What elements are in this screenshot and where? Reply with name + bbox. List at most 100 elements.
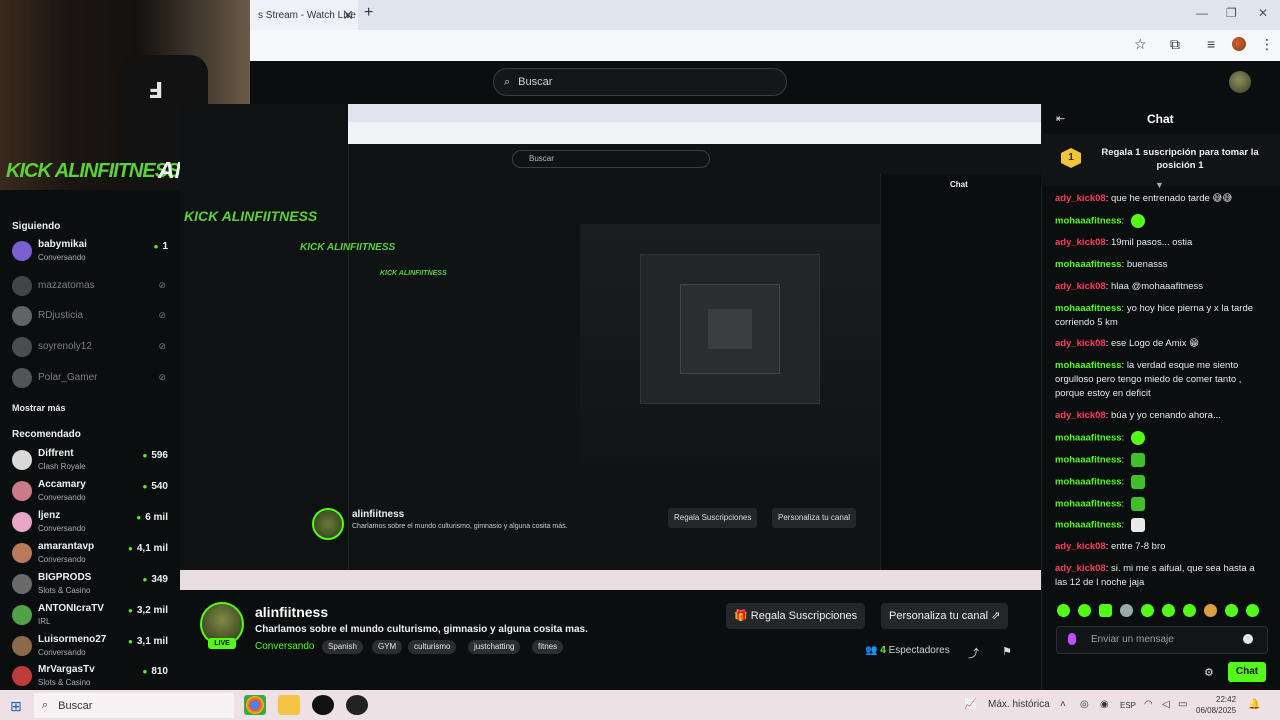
pinned-text: Regala 1 suscripción para tomar la posic…	[1101, 147, 1259, 171]
bookmark-star-icon[interactable]: ☆	[1134, 36, 1147, 53]
channel-category: Conversando	[38, 253, 86, 262]
chat-message[interactable]: ady_kick08: si. mi me s aifual, que sea …	[1055, 562, 1267, 590]
chat-send-button[interactable]: Chat	[1228, 662, 1266, 682]
wifi-icon[interactable]: ◠	[1144, 699, 1153, 710]
tiktok-app-icon[interactable]	[312, 695, 334, 715]
tray-app-icon[interactable]: ◎	[1080, 699, 1089, 710]
close-tab-icon[interactable]: ✕	[342, 7, 354, 24]
emote-icon[interactable]	[1225, 604, 1238, 617]
chrome-app-icon[interactable]	[244, 695, 266, 715]
extensions-icon[interactable]: ⧉	[1170, 36, 1180, 53]
chat-message[interactable]: mohaaafitness: la verdad esque me siento…	[1055, 359, 1267, 401]
chat-message[interactable]: mohaaafitness:	[1055, 453, 1267, 468]
tag-spanish[interactable]: Spanish	[322, 640, 363, 654]
chat-settings-gear-icon[interactable]: ⚙	[1204, 666, 1214, 679]
file-explorer-icon[interactable]	[278, 695, 300, 715]
volume-icon[interactable]: ◁	[1162, 699, 1170, 710]
obs-app-icon[interactable]	[346, 695, 368, 715]
sidebar-item-antonicratv[interactable]: ANTONIcraTV IRL 3,2 mil	[12, 601, 172, 629]
media-controls-icon[interactable]: ≡	[1207, 36, 1215, 52]
sidebar-item-mrvargastv[interactable]: MrVargasTv Slots & Casino 810	[12, 662, 172, 690]
emote-icon[interactable]	[1141, 604, 1154, 617]
profile-avatar-icon[interactable]	[1232, 37, 1246, 51]
channel-category: IRL	[38, 617, 51, 626]
viewer-count: 1	[154, 241, 168, 252]
tag-gym[interactable]: GYM	[372, 640, 403, 654]
customize-channel-button[interactable]: Personaliza tu canal ⇗	[881, 603, 1009, 629]
chat-message[interactable]: mohaaafitness:	[1055, 214, 1267, 229]
chat-username: ady_kick08	[1055, 338, 1106, 349]
show-more-link[interactable]: Mostrar más	[12, 403, 66, 413]
stocks-icon[interactable]: 📈	[964, 699, 976, 710]
sidebar-item-bigprods[interactable]: BIGPRODS Slots & Casino 349	[12, 570, 172, 598]
chat-username: mohaaafitness	[1055, 360, 1122, 371]
collapse-chat-icon[interactable]: ⇤	[1056, 112, 1065, 125]
viewer-count: 4,1 mil	[128, 543, 168, 554]
chat-message[interactable]: ady_kick08: hlaa @mohaaafitness	[1055, 280, 1267, 294]
browser-tab[interactable]: s Stream - Watch Live ✕	[250, 0, 358, 30]
channel-name: babymikai	[38, 239, 87, 250]
close-window-button[interactable]: ✕	[1258, 6, 1268, 20]
chat-message[interactable]: ady_kick08: que he entrenado tarde 😅😅	[1055, 192, 1267, 206]
chat-message[interactable]: mohaaafitness: buenasss	[1055, 258, 1267, 272]
sidebar-item-accamary[interactable]: Accamary Conversando 540	[12, 477, 172, 505]
stream-category-link[interactable]: Conversando	[255, 641, 314, 652]
emote-icon[interactable]	[1057, 604, 1070, 617]
chat-message[interactable]: mohaaafitness:	[1055, 518, 1267, 533]
stocks-widget-text[interactable]: Máx. histórica	[988, 699, 1050, 710]
sidebar-item-luisormeno27[interactable]: Luisormeno27 Conversando 3,1 mil	[12, 632, 172, 660]
report-flag-icon[interactable]: ⚑	[1002, 645, 1012, 658]
emote-icon[interactable]	[1204, 604, 1217, 617]
emote-icon[interactable]	[1099, 604, 1112, 617]
chat-message[interactable]: mohaaafitness: yo hoy hice pierna y x la…	[1055, 302, 1267, 330]
emote-icon[interactable]	[1246, 604, 1259, 617]
search-input[interactable]: ⌕ Buscar	[493, 68, 787, 96]
stream-video-player[interactable]: Buscar Chat KICK ALINFIITNESS KICK ALINF…	[180, 104, 1041, 590]
chat-message[interactable]: ady_kick08: ese Logo de Amix 😁	[1055, 337, 1267, 351]
chat-message[interactable]: ady_kick08: búa y yo cenando ahora...	[1055, 409, 1267, 423]
new-tab-button[interactable]: +	[364, 4, 373, 22]
emote-icon[interactable]	[1183, 604, 1196, 617]
maximize-button[interactable]: ❐	[1226, 6, 1237, 20]
microphone-icon[interactable]	[1068, 633, 1076, 645]
chat-message-input[interactable]: Enviar un mensaje	[1056, 626, 1268, 654]
chat-message[interactable]: mohaaafitness:	[1055, 431, 1267, 446]
tag-fitnes[interactable]: fitnes	[532, 640, 564, 654]
tray-app-icon[interactable]: ◉	[1100, 699, 1109, 710]
sidebar-item-diffrent[interactable]: Diffrent Clash Royale 596	[12, 446, 172, 474]
system-clock[interactable]: 22:42 06/08/2025	[1196, 694, 1236, 716]
browser-menu-icon[interactable]: ⋮	[1260, 36, 1274, 53]
chat-message[interactable]: ady_kick08: entre 7-8 bro	[1055, 540, 1267, 554]
chat-message[interactable]: ady_kick08: 19mil pasos... ostia	[1055, 236, 1267, 250]
user-avatar[interactable]	[1229, 71, 1251, 93]
emote-icon	[1130, 431, 1145, 445]
minimize-button[interactable]: —	[1196, 6, 1208, 20]
sidebar-item-ljenz[interactable]: ljenz Conversando 6 mil	[12, 508, 172, 536]
emote-icon[interactable]	[1120, 604, 1133, 617]
sidebar-item-soyrenoly12[interactable]: soyrenoly12 ⊘	[12, 333, 172, 361]
tag-justchatting[interactable]: justchatting	[468, 640, 521, 654]
tag-culturismo[interactable]: culturismo	[408, 640, 457, 654]
sidebar-item-amarantavp[interactable]: amarantavp Conversando 4,1 mil	[12, 539, 172, 567]
chat-message[interactable]: mohaaafitness:	[1055, 475, 1267, 490]
taskbar-search[interactable]: ⌕ Buscar	[34, 693, 234, 718]
chat-message[interactable]: mohaaafitness:	[1055, 497, 1267, 512]
quick-emote-bar	[1057, 604, 1267, 618]
notification-icon[interactable]: 🔔	[1248, 699, 1260, 710]
emote-icon[interactable]	[1078, 604, 1091, 617]
sidebar-item-mazzatomas[interactable]: mazzatomas ⊘	[12, 272, 172, 300]
share-icon[interactable]: ⤴	[968, 645, 979, 661]
emote-icon[interactable]	[1162, 604, 1175, 617]
gift-subscriptions-button[interactable]: 🎁 Regala Suscripciones	[726, 603, 866, 629]
emote-icon	[1130, 214, 1145, 228]
sidebar-item-polar-gamer[interactable]: Polar_Gamer ⊘	[12, 364, 172, 392]
sidebar-item-babymikai[interactable]: babymikai Conversando 1	[12, 237, 172, 265]
battery-icon[interactable]: ▭	[1178, 699, 1187, 710]
chevron-down-icon[interactable]: ▼	[1155, 180, 1164, 190]
sidebar-item-rdjusticia[interactable]: RDjusticia ⊘	[12, 302, 172, 330]
emoji-picker-icon[interactable]	[1243, 634, 1253, 644]
streamer-name[interactable]: alinfiitness	[255, 604, 328, 620]
windows-start-icon[interactable]: ⊞	[10, 698, 22, 715]
tray-chevron-icon[interactable]: ˄	[1060, 699, 1066, 710]
language-indicator[interactable]: ESP	[1120, 701, 1136, 710]
